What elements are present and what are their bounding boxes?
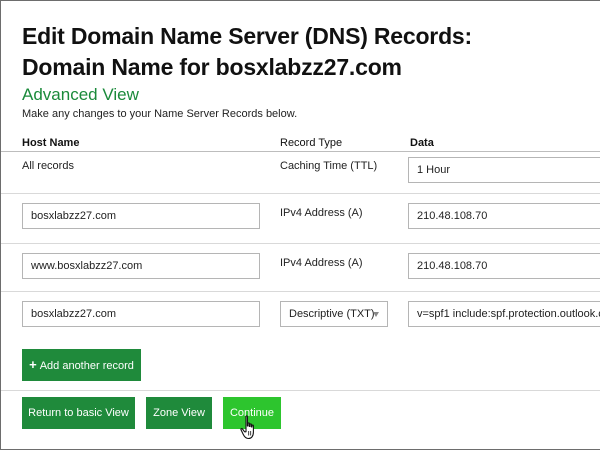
record-type-select-3[interactable]: Descriptive (TXT) [280, 301, 388, 327]
row-divider [1, 243, 600, 244]
row-divider [1, 193, 600, 194]
row-divider [1, 291, 600, 292]
view-title: Advanced View [22, 85, 139, 104]
header-divider [1, 151, 600, 152]
ttl-select[interactable]: 1 Hour [408, 157, 600, 183]
data-input-1[interactable]: 210.48.108.70 [408, 203, 600, 229]
return-basic-view-button[interactable]: Return to basic View [22, 397, 135, 429]
add-record-button[interactable]: + Add another record [22, 349, 141, 381]
page-description: Make any changes to your Name Server Rec… [22, 108, 298, 120]
hand-pointer-icon [240, 415, 254, 440]
host-input-3[interactable]: bosxlabzz27.com [22, 301, 260, 327]
page-title: Edit Domain Name Server (DNS) Records: D… [22, 21, 472, 83]
chevron-down-icon [373, 312, 379, 317]
all-records-type: Caching Time (TTL) [280, 160, 378, 172]
record-type-select-value: Descriptive (TXT) [289, 308, 375, 320]
dns-editor-panel: Edit Domain Name Server (DNS) Records: D… [0, 0, 600, 450]
host-input-1[interactable]: bosxlabzz27.com [22, 203, 260, 229]
data-input-2[interactable]: 210.48.108.70 [408, 253, 600, 279]
header-data: Data [410, 137, 434, 149]
ttl-select-value: 1 Hour [417, 164, 451, 176]
header-record-type: Record Type [280, 137, 343, 149]
page-title-line2: Domain Name for bosxlabzz27.com [22, 54, 402, 80]
all-records-host: All records [22, 160, 74, 172]
actions-divider [1, 390, 600, 391]
add-record-label: Add another record [39, 360, 134, 372]
record-type-1: IPv4 Address (A) [280, 207, 363, 219]
host-input-2[interactable]: www.bosxlabzz27.com [22, 253, 260, 279]
header-host-name: Host Name [22, 137, 80, 149]
page-title-line1: Edit Domain Name Server (DNS) Records: [22, 23, 472, 49]
data-input-3[interactable]: v=spf1 include:spf.protection.outlook.co… [408, 301, 600, 327]
plus-icon: + [29, 357, 37, 372]
record-type-2: IPv4 Address (A) [280, 257, 363, 269]
zone-view-button[interactable]: Zone View [146, 397, 212, 429]
